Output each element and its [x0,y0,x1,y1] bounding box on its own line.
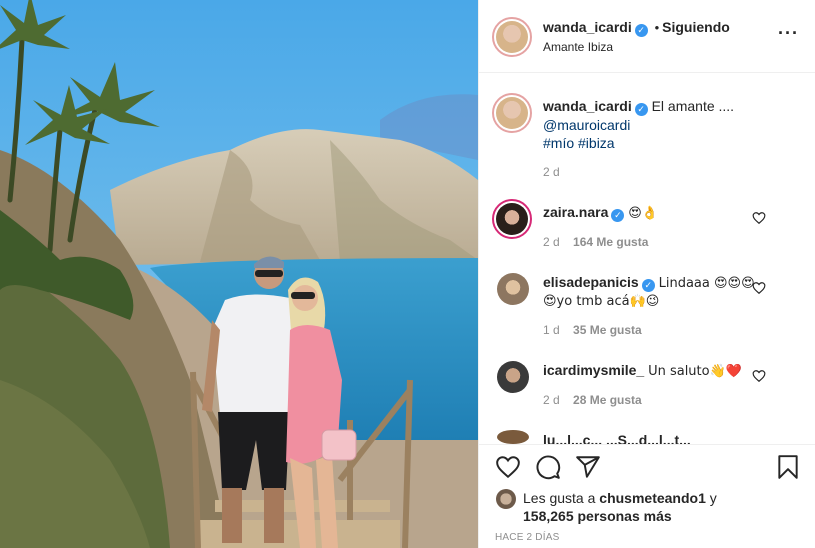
separator-dot: • [654,20,660,35]
comment-likes[interactable]: 164 Me gusta [573,235,648,249]
post-timestamp[interactable]: HACE 2 DÍAS [495,532,559,543]
comment-meta: 1 d 35 Me gusta [543,323,642,337]
comment-username[interactable]: elisadepanicis [543,274,639,290]
comment-likes[interactable]: 28 Me gusta [573,393,642,407]
verified-badge-icon: ✓ [641,279,655,292]
comment-item: icardimysmile_ Un saluto👋❤️ [543,361,742,381]
likes-count[interactable]: 158,265 personas más [523,508,672,524]
comment-text-line2: 😍yo tmb acá🙌😉 [543,294,660,309]
verified-badge-icon: ✓ [611,209,625,222]
comment-text: 😍👌 [628,206,659,221]
comment-item: elisadepanicis ✓ Lindaaa 😍😍😍 😍yo tmb acá🙌… [543,273,755,311]
liker-avatar[interactable] [496,489,516,509]
comment-icon[interactable] [535,454,561,480]
comment-meta: 2 d 164 Me gusta [543,235,648,249]
heart-icon[interactable] [752,369,766,383]
caption-hashtags[interactable]: #mío #ibiza [543,134,803,152]
comment-time[interactable]: 2 d [543,235,560,249]
caption-mention[interactable]: @mauroicardi [543,116,803,134]
heart-icon[interactable] [752,281,766,295]
commenter-avatar[interactable] [497,273,529,305]
verified-badge-icon: ✓ [634,24,648,37]
location-link[interactable]: Amante Ibiza [543,40,613,54]
heart-icon[interactable] [495,454,521,480]
comment-time[interactable]: 1 d [543,323,560,337]
comment-time[interactable]: 2 d [543,393,560,407]
ellipsis-icon[interactable]: ··· [778,24,798,46]
likes-conj: y [709,490,717,506]
author-avatar[interactable] [492,17,532,57]
header-line: wanda_icardi ✓ • Siguiendo [543,19,730,37]
photo-scene [0,0,478,548]
caption-time[interactable]: 2 d [543,165,560,179]
following-button[interactable]: Siguiendo [662,19,730,35]
comment-likes[interactable]: 35 Me gusta [573,323,642,337]
post-header: wanda_icardi ✓ • Siguiendo Amante Ibiza ··… [479,0,815,73]
comment-item: zaira.nara ✓ 😍👌 [543,203,658,223]
heart-icon[interactable] [752,211,766,225]
caption-username[interactable]: wanda_icardi [543,98,632,114]
caption-text: El amante .... [651,98,735,114]
commenter-avatar[interactable] [497,361,529,393]
liker-username[interactable]: chusmeteando1 [599,490,706,506]
action-bar: Les gusta a chusmeteando1 y 158,265 pers… [479,444,815,548]
bookmark-icon[interactable] [775,454,801,480]
post-sidebar: wanda_icardi ✓ • Siguiendo Amante Ibiza ··… [478,0,815,548]
comment-text: Un saluto👋❤️ [648,364,742,379]
comment-username[interactable]: icardimysmile_ [543,362,644,378]
likes-prefix: Les gusta a [523,490,596,506]
caption: wanda_icardi ✓ El amante .... @mauroicard… [543,97,803,152]
instagram-post: wanda_icardi ✓ • Siguiendo Amante Ibiza ··… [0,0,815,548]
caption-avatar[interactable] [492,93,532,133]
comment-text: Lindaaa 😍😍😍 [658,276,755,291]
post-photo[interactable] [0,0,478,548]
comment-username[interactable]: zaira.nara [543,204,608,220]
comment-meta: 2 d 28 Me gusta [543,393,642,407]
commenter-avatar[interactable] [492,199,532,239]
commenter-avatar[interactable] [497,430,529,444]
likes-summary: Les gusta a chusmeteando1 y 158,265 pers… [523,489,803,525]
share-icon[interactable] [575,454,601,480]
verified-badge-icon: ✓ [634,103,648,116]
cutoff-comment: lu...l...c... ...S...d...l...t... [543,432,691,444]
author-username[interactable]: wanda_icardi [543,19,632,35]
